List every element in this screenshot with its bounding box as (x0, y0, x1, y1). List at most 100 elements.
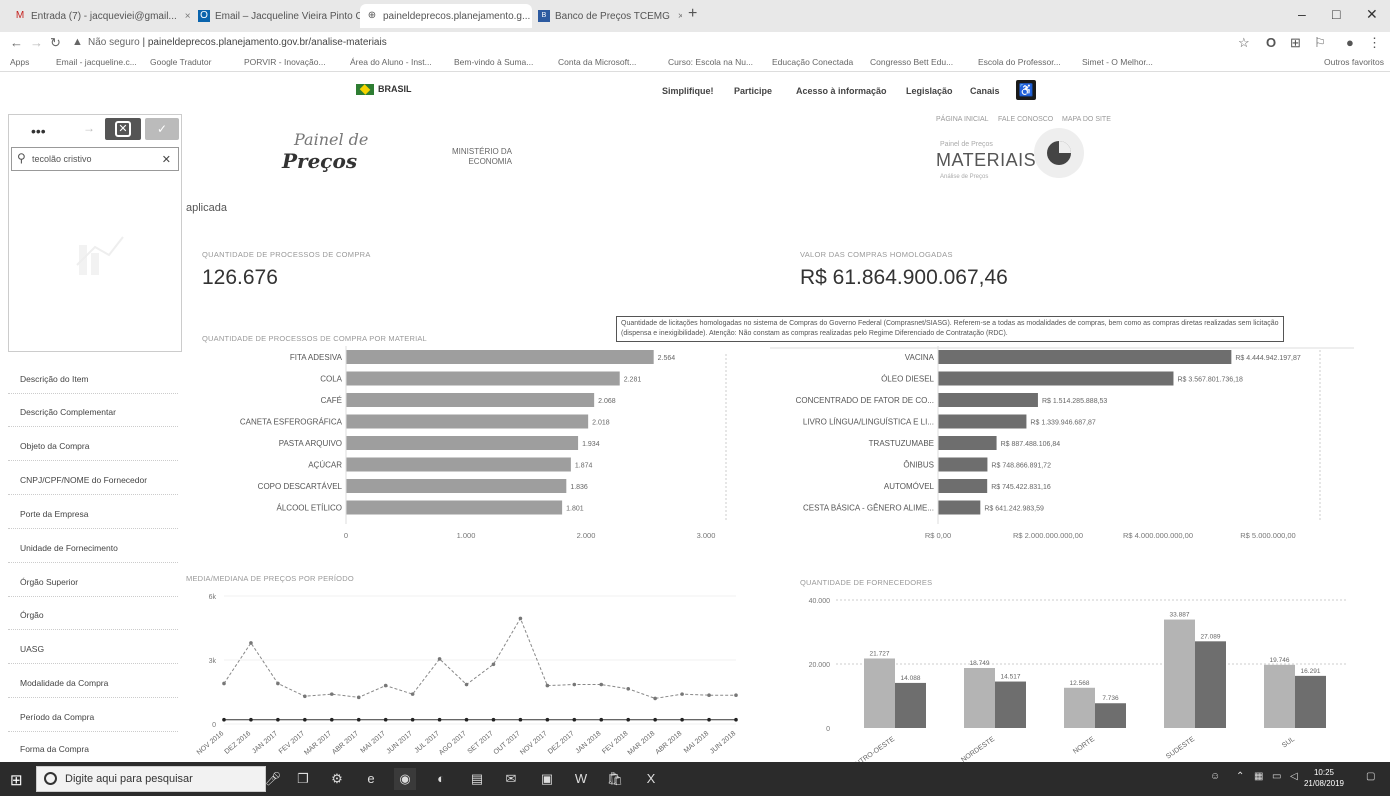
profile-icon[interactable]: ● (1346, 35, 1354, 50)
filter-item-orgao[interactable]: Órgão (8, 600, 178, 630)
more-options-icon[interactable]: ••• (31, 123, 46, 139)
settings-app-icon[interactable]: ⚙ (326, 768, 348, 790)
microphone-icon[interactable]: 🎤︎ (262, 768, 284, 790)
cancel-selection-button[interactable]: ✕ (105, 118, 141, 140)
menu-icon[interactable]: ⋮ (1368, 35, 1381, 51)
browser-tab-banco[interactable]: B Banco de Preços TCEMG × (532, 4, 682, 28)
store-icon[interactable]: 🛍︎ (604, 768, 626, 790)
chrome-icon[interactable]: ◉ (394, 768, 416, 790)
top-link-home[interactable]: PÁGINA INICIAL (936, 116, 989, 123)
edge-icon[interactable]: e (360, 768, 382, 790)
powerpoint-icon[interactable]: ▣ (536, 768, 558, 790)
gov-link-canais[interactable]: Canais (970, 86, 1000, 96)
y-tick-label: 6k (209, 594, 217, 601)
bookmark-item[interactable]: Bem-vindo à Suma... (454, 57, 533, 67)
task-view-icon[interactable]: ❐ (292, 768, 314, 790)
bookmark-item[interactable]: Conta da Microsoft... (558, 57, 636, 67)
filter-item-uasg[interactable]: UASG (8, 634, 178, 664)
people-icon[interactable]: ☺ (1210, 771, 1220, 782)
taskbar-search-input[interactable]: Digite aqui para pesquisar (36, 766, 266, 792)
close-window-icon[interactable]: ✕ (1366, 6, 1378, 23)
url-field[interactable]: Não seguro | paineldeprecos.planejamento… (88, 37, 387, 48)
reload-icon[interactable]: ↻ (50, 35, 61, 51)
filter-item-descricao-complementar[interactable]: Descrição Complementar (8, 397, 178, 427)
bookmark-item[interactable]: Email - jacqueline.c... (56, 57, 137, 67)
filter-item-porte[interactable]: Porte da Empresa (8, 499, 178, 529)
filter-search-input[interactable]: ⚲ tecolão cristivo ✕ (11, 147, 179, 171)
extension-icon[interactable]: ⊞ (1290, 35, 1301, 51)
close-tab-icon[interactable]: × (678, 11, 682, 22)
bar-category-label: CAFÉ (321, 396, 342, 405)
gov-link-acesso[interactable]: Acesso à informação (796, 86, 887, 96)
volume-icon[interactable]: ◁ (1290, 771, 1298, 782)
file-explorer-icon[interactable]: ▤ (466, 768, 488, 790)
accessibility-icon[interactable]: ♿ (1016, 80, 1036, 100)
bar-value-label: 2.068 (598, 398, 616, 405)
new-tab-icon[interactable]: + (688, 5, 697, 23)
forward-icon[interactable]: → (30, 35, 43, 50)
bar (1264, 664, 1295, 728)
network-icon[interactable]: ▦ (1254, 771, 1263, 782)
bookmark-item[interactable]: Congresso Bett Edu... (870, 57, 953, 67)
filter-item-objeto[interactable]: Objeto da Compra (8, 431, 178, 461)
maximize-icon[interactable]: □ (1332, 6, 1340, 22)
windows-start-icon[interactable]: ⊞ (10, 771, 23, 789)
tick-label: R$ 4.000.000.000,00 (1123, 531, 1193, 540)
filter-item-unidade[interactable]: Unidade de Fornecimento (8, 533, 178, 563)
filter-item-forma[interactable]: Forma da Compra (8, 734, 178, 764)
tray-expand-icon[interactable]: ⌃ (1236, 771, 1244, 782)
notification-icon[interactable]: ▢ (1366, 771, 1375, 782)
arrow-icon[interactable]: → (83, 121, 95, 135)
filter-item-orgao-superior[interactable]: Órgão Superior (8, 567, 178, 597)
bar-category-label: FITA ADESIVA (290, 353, 343, 362)
warning-icon[interactable]: ▲ (72, 36, 83, 48)
bookmark-item[interactable]: Área do Aluno - Inst... (350, 57, 432, 67)
x-tick-label: MAR 2018 (627, 730, 657, 757)
firefox-icon[interactable]: ◐ (430, 768, 452, 790)
gov-link-participe[interactable]: Participe (734, 86, 772, 96)
battery-icon[interactable]: ▭ (1272, 771, 1281, 782)
chart-valor-por-material: VACINA R$ 4.444.942.197,87 ÓLEO DIESEL R$ 3… (770, 346, 1354, 540)
close-tab-icon[interactable]: × (185, 11, 191, 22)
bar-category-label: TRASTUZUMABE (869, 439, 934, 448)
filter-item-fornecedor[interactable]: CNPJ/CPF/NOME do Fornecedor (8, 465, 178, 495)
filter-item-periodo[interactable]: Período da Compra (8, 702, 178, 732)
top-link-contact[interactable]: FALE CONOSCO (998, 116, 1053, 123)
tick-label: R$ 5.000.000,00 (1240, 531, 1295, 540)
minimize-icon[interactable]: – (1298, 6, 1306, 22)
tick-label: 1.000 (457, 531, 476, 540)
bookmark-item[interactable]: Google Tradutor (150, 57, 211, 67)
gov-link-simplifique[interactable]: Simplifique! (662, 86, 714, 96)
top-link-sitemap[interactable]: MAPA DO SITE (1062, 116, 1111, 123)
bookmark-item[interactable]: PORVIR - Inovação... (244, 57, 326, 67)
extension-icon[interactable]: ⚐ (1314, 35, 1326, 51)
bar-value-label: 16.291 (1301, 668, 1321, 675)
browser-tab-email[interactable]: O Email – Jacqueline Vieira Pinto C... × (192, 4, 366, 28)
back-icon[interactable]: ← (10, 35, 23, 50)
materiais-title: MATERIAIS (936, 150, 1037, 170)
browser-tab-painel[interactable]: ⊕ paineldeprecos.planejamento.g... × (360, 4, 532, 28)
mail-icon[interactable]: ✉ (500, 768, 522, 790)
bar-category-label: COPO DESCARTÁVEL (258, 482, 343, 491)
filter-item-descricao[interactable]: Descrição do Item (8, 364, 178, 394)
word-icon[interactable]: W (570, 768, 592, 790)
painel-precos-logo[interactable]: Painel de Preços (282, 130, 368, 173)
star-icon[interactable]: ☆ (1238, 35, 1250, 51)
brasil-link[interactable]: BRASIL (356, 84, 412, 96)
clock[interactable]: 10:25 21/08/2019 (1304, 767, 1344, 789)
gov-link-legislacao[interactable]: Legislação (906, 86, 953, 96)
clear-search-icon[interactable]: ✕ (162, 153, 171, 166)
bookmark-apps[interactable]: Apps (10, 57, 29, 67)
confirm-selection-button[interactable]: ✓ (145, 118, 179, 140)
bookmark-item[interactable]: Simet - O Melhor... (1082, 57, 1153, 67)
bar-value-label: R$ 3.567.801.736,18 (1177, 377, 1242, 384)
filter-item-modalidade[interactable]: Modalidade da Compra (8, 668, 178, 698)
bookmark-other[interactable]: Outros favoritos (1324, 57, 1384, 67)
opera-icon[interactable]: O (1266, 35, 1276, 50)
bar (346, 371, 620, 386)
bookmark-item[interactable]: Escola do Professor... (978, 57, 1061, 67)
bookmark-item[interactable]: Educação Conectada (772, 57, 853, 67)
bookmark-item[interactable]: Curso: Escola na Nu... (668, 57, 753, 67)
excel-icon[interactable]: X (640, 768, 662, 790)
browser-tab-gmail[interactable]: M Entrada (7) - jacqueviei@gmail... × (8, 4, 196, 28)
